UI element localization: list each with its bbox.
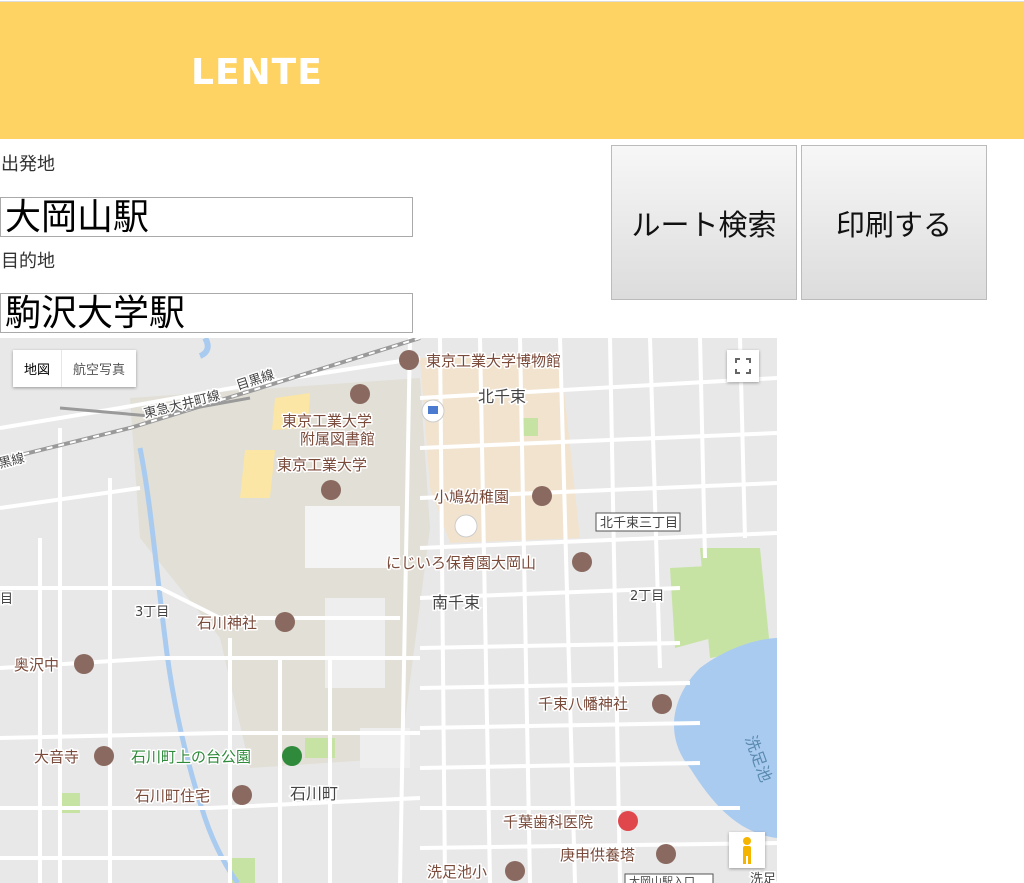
map-label-kitasenzoku3[interactable]: 北千束三丁目 [600,516,678,531]
map-label-okusawa[interactable]: 奥沢中 [13,655,61,676]
destination-input[interactable]: 駒沢大学駅 [0,293,413,333]
map-label-edge-e: 目 [0,592,13,607]
route-search-button[interactable]: ルート検索 [611,145,797,300]
map-label-senzoku-hachiman[interactable]: 千束八幡神社 [537,694,630,715]
map-label-ishikawa-park[interactable]: 石川町上の台公園 [130,747,253,768]
map-label-kitasenzoku: 北千束 [478,387,526,406]
map-label-chome2: 2丁目 [630,589,664,604]
map-label-chiba-dental[interactable]: 千葉歯科医院 [502,812,595,833]
map-label-senzokuike-sho[interactable]: 洗足池小 [426,862,489,883]
map-label-edge-senzoku: 洗足 [750,872,776,883]
map-view[interactable]: 東京工業大学博物館 北千束 東京工業大学 附属図書館 東京工業大学 東急大井町線… [0,338,777,883]
print-button[interactable]: 印刷する [801,145,987,300]
origin-label: 出発地 [1,154,55,175]
map-label-library-2[interactable]: 附属図書館 [299,429,377,450]
street-view-pegman-button[interactable] [729,832,765,868]
map-label-nijiiro[interactable]: にじいろ保育園大岡山 [385,553,538,574]
app-logo: LENTE [191,52,323,93]
map-label-university[interactable]: 東京工業大学 [276,455,369,476]
pegman-icon [743,837,751,864]
map-type-control: 地図 航空写真 [13,350,137,387]
map-label-chome3: 3丁目 [135,605,169,620]
fullscreen-button[interactable] [727,350,759,382]
map-type-map-button[interactable]: 地図 [13,350,61,387]
map-canvas[interactable]: 東京工業大学博物館 北千束 東京工業大学 附属図書館 東京工業大学 東急大井町線… [0,338,777,883]
map-label-ishikawa-shrine[interactable]: 石川神社 [196,613,259,634]
map-label-minamisenzoku: 南千束 [432,593,480,612]
map-type-aerial-button[interactable]: 航空写真 [61,350,136,387]
map-label-museum[interactable]: 東京工業大学博物館 [425,351,563,372]
map-label-ishikawamachi: 石川町 [290,784,338,803]
map-label-library-1[interactable]: 東京工業大学 [281,411,374,432]
map-label-koshin[interactable]: 庚申供養塔 [559,845,637,866]
destination-label: 目的地 [1,251,55,272]
map-label-ookayama-entrance[interactable]: 大岡山駅入口 [629,874,695,883]
map-label-ishikawa-housing[interactable]: 石川町住宅 [134,786,212,807]
map-label-kobato[interactable]: 小鳩幼稚園 [433,487,511,508]
map-label-daionji[interactable]: 大音寺 [33,747,81,768]
fullscreen-icon [735,358,751,374]
origin-input[interactable]: 大岡山駅 [0,197,413,237]
app-header: LENTE [0,1,1024,139]
